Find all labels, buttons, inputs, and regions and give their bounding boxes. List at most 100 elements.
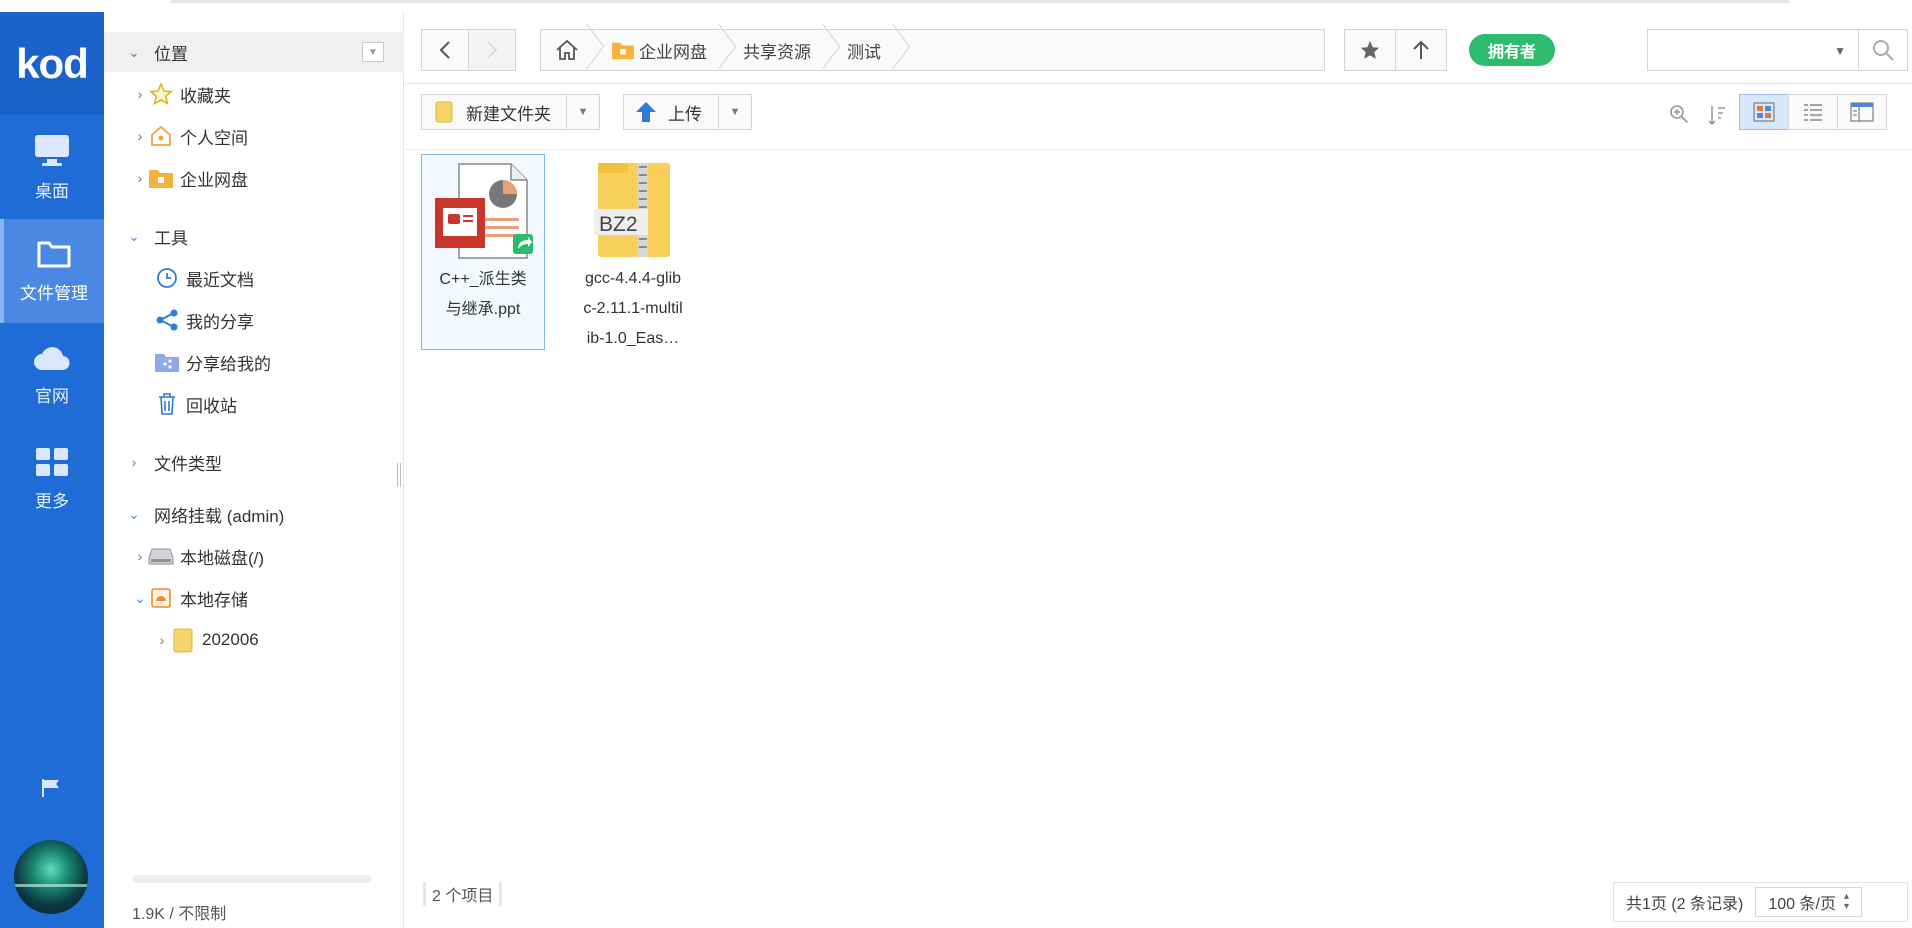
folder-icon <box>37 241 71 267</box>
file-name-line: ib-1.0_Eas… <box>586 330 680 347</box>
share-icon <box>154 307 180 333</box>
nav-more[interactable]: 更多 <box>0 427 104 531</box>
chevron-right-icon: › <box>137 86 143 102</box>
favorite-button[interactable] <box>1344 29 1396 71</box>
parent-folder-button[interactable] <box>1395 29 1447 71</box>
sort-button[interactable] <box>1707 104 1727 131</box>
new-folder-button[interactable]: 新建文件夹 <box>421 94 567 130</box>
address-bar: 企业网盘 共享资源 测试 拥有者 ▼ <box>405 12 1912 84</box>
upload-menu-dropdown[interactable]: ▼ <box>718 94 752 130</box>
caret-down-icon: ▼ <box>577 106 589 118</box>
breadcrumb: 企业网盘 共享资源 测试 <box>540 29 1325 71</box>
zoom-button[interactable] <box>1669 104 1689 129</box>
breadcrumb-label: 共享资源 <box>743 42 811 62</box>
avatar[interactable] <box>14 840 88 914</box>
star-icon <box>1360 40 1380 59</box>
new-folder-label: 新建文件夹 <box>466 104 551 124</box>
list-view-button[interactable] <box>1788 94 1838 130</box>
tree-item-favorites-label: 收藏夹 <box>180 86 231 106</box>
nav-desktop[interactable]: 桌面 <box>0 115 104 219</box>
split-view-button[interactable] <box>1837 94 1887 130</box>
new-menu-dropdown[interactable]: ▼ <box>566 94 600 130</box>
list-view-icon <box>1804 104 1822 121</box>
upload-arrow-icon <box>636 102 656 122</box>
tree-filetypes-header[interactable]: › 文件类型 <box>104 442 404 482</box>
tree-item-recycle-label: 回收站 <box>186 396 237 416</box>
folder-tree: ⌄ 位置 ▼ › 收藏夹 › 个人空间 › 企业网盘 ⌄ 工具 最近文档 我的分… <box>104 12 404 928</box>
home-icon <box>148 123 174 149</box>
updown-icon: ▴ ▾ <box>1843 891 1849 912</box>
nav-website-label: 官网 <box>35 386 69 406</box>
home-icon <box>556 39 578 60</box>
breadcrumb-label: 企业网盘 <box>639 42 707 62</box>
tree-item-recent[interactable]: 最近文档 <box>104 258 404 298</box>
tree-item-enterprise[interactable]: › 企业网盘 <box>104 158 404 198</box>
tree-network-header[interactable]: ⌄ 网络挂载 (admin) <box>104 494 404 534</box>
tree-filetypes-label: 文件类型 <box>154 454 222 474</box>
upload-label: 上传 <box>668 104 702 124</box>
breadcrumb-label: 测试 <box>847 42 881 62</box>
storage-usage: 1.9K / 不限制 <box>132 906 227 923</box>
chevron-down-icon: ⌄ <box>128 227 140 244</box>
search-button[interactable] <box>1858 29 1908 71</box>
breadcrumb-item[interactable]: 共享资源 <box>729 30 833 70</box>
file-item-ppt[interactable]: C++_派生类 与继承.ppt <box>421 154 545 350</box>
nav-website[interactable]: 官网 <box>0 323 104 427</box>
chevron-right-icon: › <box>159 632 165 648</box>
sort-icon <box>1708 106 1725 126</box>
tree-item-local-storage[interactable]: ⌄ 本地存储 <box>104 578 404 618</box>
flag-icon <box>42 779 59 797</box>
chevron-down-icon: ⌄ <box>128 505 140 522</box>
tree-item-shared-to-me[interactable]: 分享给我的 <box>104 342 404 382</box>
new-folder-icon <box>435 101 453 123</box>
chevron-right-icon <box>487 41 498 59</box>
caret-down-icon[interactable]: ▼ <box>1834 44 1846 58</box>
tree-item-myshare-label: 我的分享 <box>186 312 254 332</box>
item-count: 2 个项目 <box>423 882 503 906</box>
collapse-dropdown-icon[interactable]: ▼ <box>362 42 384 62</box>
nav-more-label: 更多 <box>35 491 69 511</box>
tree-tools-header[interactable]: ⌄ 工具 <box>104 216 404 256</box>
tree-network-label: 网络挂载 (admin) <box>154 506 285 526</box>
sidebar-resize-handle[interactable] <box>397 463 401 487</box>
tree-item-myshare[interactable]: 我的分享 <box>104 300 404 340</box>
forward-button[interactable] <box>468 29 516 71</box>
icon-view-button[interactable] <box>1739 94 1789 130</box>
search-input[interactable]: ▼ <box>1647 29 1859 71</box>
tree-location-label: 位置 <box>154 44 188 64</box>
breadcrumb-item[interactable]: 企业网盘 <box>597 30 729 70</box>
back-button[interactable] <box>421 29 469 71</box>
sidebar-scrollbar[interactable] <box>132 875 372 883</box>
search-icon <box>1873 40 1894 61</box>
kod-logo[interactable]: kod <box>0 12 104 115</box>
breadcrumb-home[interactable] <box>541 30 597 70</box>
archive-type-label: BZ2 <box>599 213 638 236</box>
tree-item-local-disk[interactable]: › 本地磁盘(/) <box>104 536 404 576</box>
tree-item-recycle[interactable]: 回收站 <box>104 384 404 424</box>
flag-button[interactable] <box>0 778 104 798</box>
tree-item-recent-label: 最近文档 <box>186 270 254 290</box>
breadcrumb-item[interactable]: 测试 <box>833 30 903 70</box>
nav-file-manager[interactable]: 文件管理 <box>0 219 104 323</box>
caret-down-icon: ▼ <box>729 106 741 118</box>
zoom-icon <box>1670 105 1689 124</box>
monitor-icon <box>35 134 69 166</box>
folder-icon <box>170 627 196 653</box>
arrow-up-icon <box>1413 40 1429 59</box>
tree-item-favorites[interactable]: › 收藏夹 <box>104 74 404 114</box>
tree-item-folder-202006[interactable]: › 202006 <box>104 620 404 660</box>
file-item-bz2[interactable]: BZ2 gcc-4.4.4-glib c-2.11.1-multil ib-1.… <box>571 154 695 364</box>
storage-icon <box>148 585 174 611</box>
nav-desktop-label: 桌面 <box>35 181 69 201</box>
enterprise-folder-icon <box>612 42 634 60</box>
clock-icon <box>154 265 180 291</box>
tree-tools-label: 工具 <box>154 228 188 248</box>
tree-location-header[interactable]: ⌄ 位置 ▼ <box>104 32 404 72</box>
tree-item-local-storage-label: 本地存储 <box>180 590 248 610</box>
page-size-select[interactable]: 100 条/页 ▴ ▾ <box>1755 887 1862 917</box>
page-size-value: 100 条/页 <box>1768 896 1836 913</box>
toolbar: 新建文件夹 ▼ 上传 ▼ <box>405 84 1912 150</box>
upload-button[interactable]: 上传 <box>623 94 719 130</box>
tree-item-personal[interactable]: › 个人空间 <box>104 116 404 156</box>
owner-badge: 拥有者 <box>1469 34 1555 66</box>
